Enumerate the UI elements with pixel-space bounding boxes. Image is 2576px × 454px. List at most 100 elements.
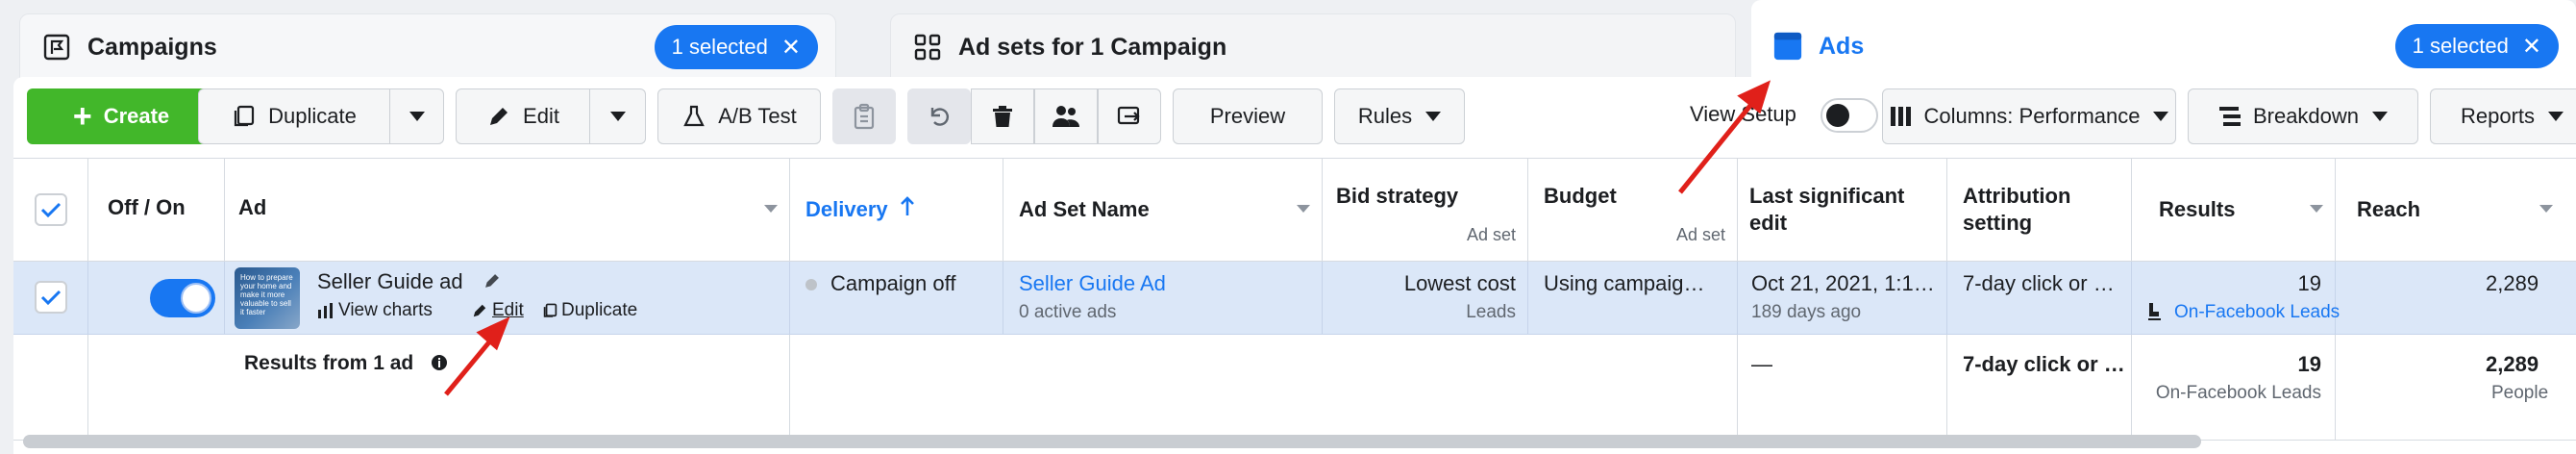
sort-caret-icon: [1297, 205, 1310, 213]
close-icon[interactable]: ✕: [781, 34, 801, 62]
header-delivery-label: Delivery: [805, 197, 888, 221]
columns-label: Columns: Performance: [1923, 104, 2141, 128]
row-checkbox[interactable]: [35, 281, 67, 314]
select-all-checkbox[interactable]: [35, 193, 67, 226]
ad-status-toggle[interactable]: [150, 279, 215, 317]
undo-button[interactable]: [907, 88, 971, 144]
header-ad[interactable]: Ad: [225, 159, 790, 261]
preview-button[interactable]: Preview: [1173, 88, 1323, 144]
header-ad-label: Ad: [238, 195, 267, 219]
header-ad-set-name[interactable]: Ad Set Name: [1003, 159, 1323, 261]
header-bid-strategy-label: Bid strategy: [1336, 184, 1459, 208]
table-footer: Results from 1 ad — 7-day click or … 19 …: [13, 335, 2576, 441]
last-edit-sub: 189 days ago: [1751, 302, 1862, 322]
edit-button[interactable]: Edit: [456, 88, 590, 144]
caret-down-icon: [2153, 112, 2169, 121]
ad-set-sub: 0 active ads: [1019, 302, 1117, 322]
header-results[interactable]: Results: [2132, 159, 2336, 261]
trash-icon: [991, 104, 1014, 129]
header-results-label: Results: [2159, 197, 2236, 221]
row-off-on: [88, 262, 225, 334]
ads-selected-pill[interactable]: 1 selected ✕: [2394, 24, 2559, 68]
row-attribution: 7-day click or …: [1947, 262, 2132, 334]
caret-down-icon: [2548, 112, 2564, 121]
breakdown-button[interactable]: Breakdown: [2188, 88, 2418, 144]
header-attribution[interactable]: Attribution setting: [1947, 159, 2132, 261]
ad-name[interactable]: Seller Guide ad: [317, 269, 463, 294]
edit-link[interactable]: Edit: [492, 300, 524, 321]
reports-button[interactable]: Reports: [2430, 88, 2576, 144]
grid-icon: [912, 32, 943, 63]
check-icon: [40, 290, 62, 306]
audience-button[interactable]: [1034, 88, 1098, 144]
footer-last-edit: —: [1738, 335, 1947, 440]
caret-down-icon: [2372, 112, 2389, 121]
bid-strategy-value: Lowest cost: [1403, 271, 1516, 295]
ad-thumbnail-text: How to prepare your home and make it mor…: [240, 273, 293, 316]
row-reach: 2,289: [2336, 262, 2576, 334]
tab-campaigns[interactable]: Campaigns 1 selected ✕: [19, 13, 836, 81]
header-bid-strategy-sub: Ad set: [1466, 225, 1516, 244]
tab-campaigns-label: Campaigns: [87, 33, 217, 61]
delivery-status: Campaign off: [830, 271, 956, 295]
pencil-icon: [486, 104, 511, 129]
table-row[interactable]: How to prepare your home and make it mor…: [13, 262, 2576, 335]
create-label: Create: [103, 104, 170, 128]
header-off-on[interactable]: Off / On: [88, 159, 225, 261]
clipboard-button[interactable]: [832, 88, 896, 144]
footer-results-value: 19: [2297, 352, 2321, 376]
row-ad-set-name: Seller Guide Ad 0 active ads: [1003, 262, 1323, 334]
flask-icon: [681, 104, 706, 129]
horizontal-scrollbar[interactable]: [23, 435, 2201, 448]
campaigns-selected-pill[interactable]: 1 selected ✕: [654, 25, 818, 69]
breakdown-icon: [2218, 106, 2242, 127]
tab-ads-label: Ads: [1819, 32, 1865, 60]
info-icon[interactable]: [431, 354, 448, 376]
view-setup-toggle[interactable]: [1821, 98, 1878, 133]
ab-test-label: A/B Test: [718, 104, 797, 128]
edit-dropdown[interactable]: [590, 88, 646, 144]
footer-ad: Results from 1 ad: [225, 335, 790, 440]
duplicate-icon: [542, 302, 558, 324]
create-button[interactable]: + Create: [27, 88, 215, 144]
footer-select-cell: [13, 335, 88, 440]
header-reach[interactable]: Reach: [2336, 159, 2576, 261]
sort-caret-icon: [2310, 205, 2323, 213]
header-budget[interactable]: Budget Ad set: [1528, 159, 1738, 261]
duplicate-label: Duplicate: [268, 104, 357, 128]
row-last-edit: Oct 21, 2021, 1:1… 189 days ago: [1738, 262, 1947, 334]
bar-chart-icon: [317, 302, 334, 324]
preview-label: Preview: [1209, 104, 1286, 128]
columns-button[interactable]: Columns: Performance: [1882, 88, 2176, 144]
footer-results: 19 On-Facebook Leads: [2132, 335, 2336, 440]
header-last-edit[interactable]: Last significant edit: [1738, 159, 1947, 261]
ads-panel: + Create Duplicate Edit A/B Test Preview…: [13, 77, 2576, 454]
duplicate-button[interactable]: Duplicate: [198, 88, 390, 144]
delete-button[interactable]: [971, 88, 1034, 144]
export-button[interactable]: [1098, 88, 1161, 144]
breakdown-label: Breakdown: [2252, 104, 2360, 128]
campaigns-selected-label: 1 selected: [671, 35, 768, 59]
toggle-knob: [181, 283, 211, 314]
header-bid-strategy[interactable]: Bid strategy Ad set: [1323, 159, 1528, 261]
pencil-icon[interactable]: [483, 271, 502, 295]
ad-thumbnail[interactable]: How to prepare your home and make it mor…: [235, 267, 300, 329]
people-icon: [1052, 104, 1080, 129]
results-sub-link[interactable]: On-Facebook Leads: [2174, 302, 2340, 323]
delivery-status-dot: [805, 279, 817, 290]
edit-label: Edit: [523, 104, 559, 128]
header-delivery[interactable]: Delivery: [790, 159, 1003, 261]
duplicate-link[interactable]: Duplicate: [561, 300, 637, 321]
tab-ad-sets[interactable]: Ad sets for 1 Campaign: [890, 13, 1736, 81]
reports-label: Reports: [2460, 104, 2536, 128]
budget-value: Using campaig…: [1544, 271, 1705, 295]
rules-button[interactable]: Rules: [1334, 88, 1465, 144]
ab-test-button[interactable]: A/B Test: [657, 88, 821, 144]
footer-off-on: [88, 335, 225, 440]
view-charts-link[interactable]: View charts: [338, 300, 433, 321]
ad-set-link[interactable]: Seller Guide Ad: [1019, 271, 1166, 296]
close-icon[interactable]: ✕: [2522, 33, 2541, 61]
duplicate-dropdown[interactable]: [390, 88, 444, 144]
header-reach-label: Reach: [2357, 197, 2421, 221]
header-select-cell: [13, 159, 88, 261]
